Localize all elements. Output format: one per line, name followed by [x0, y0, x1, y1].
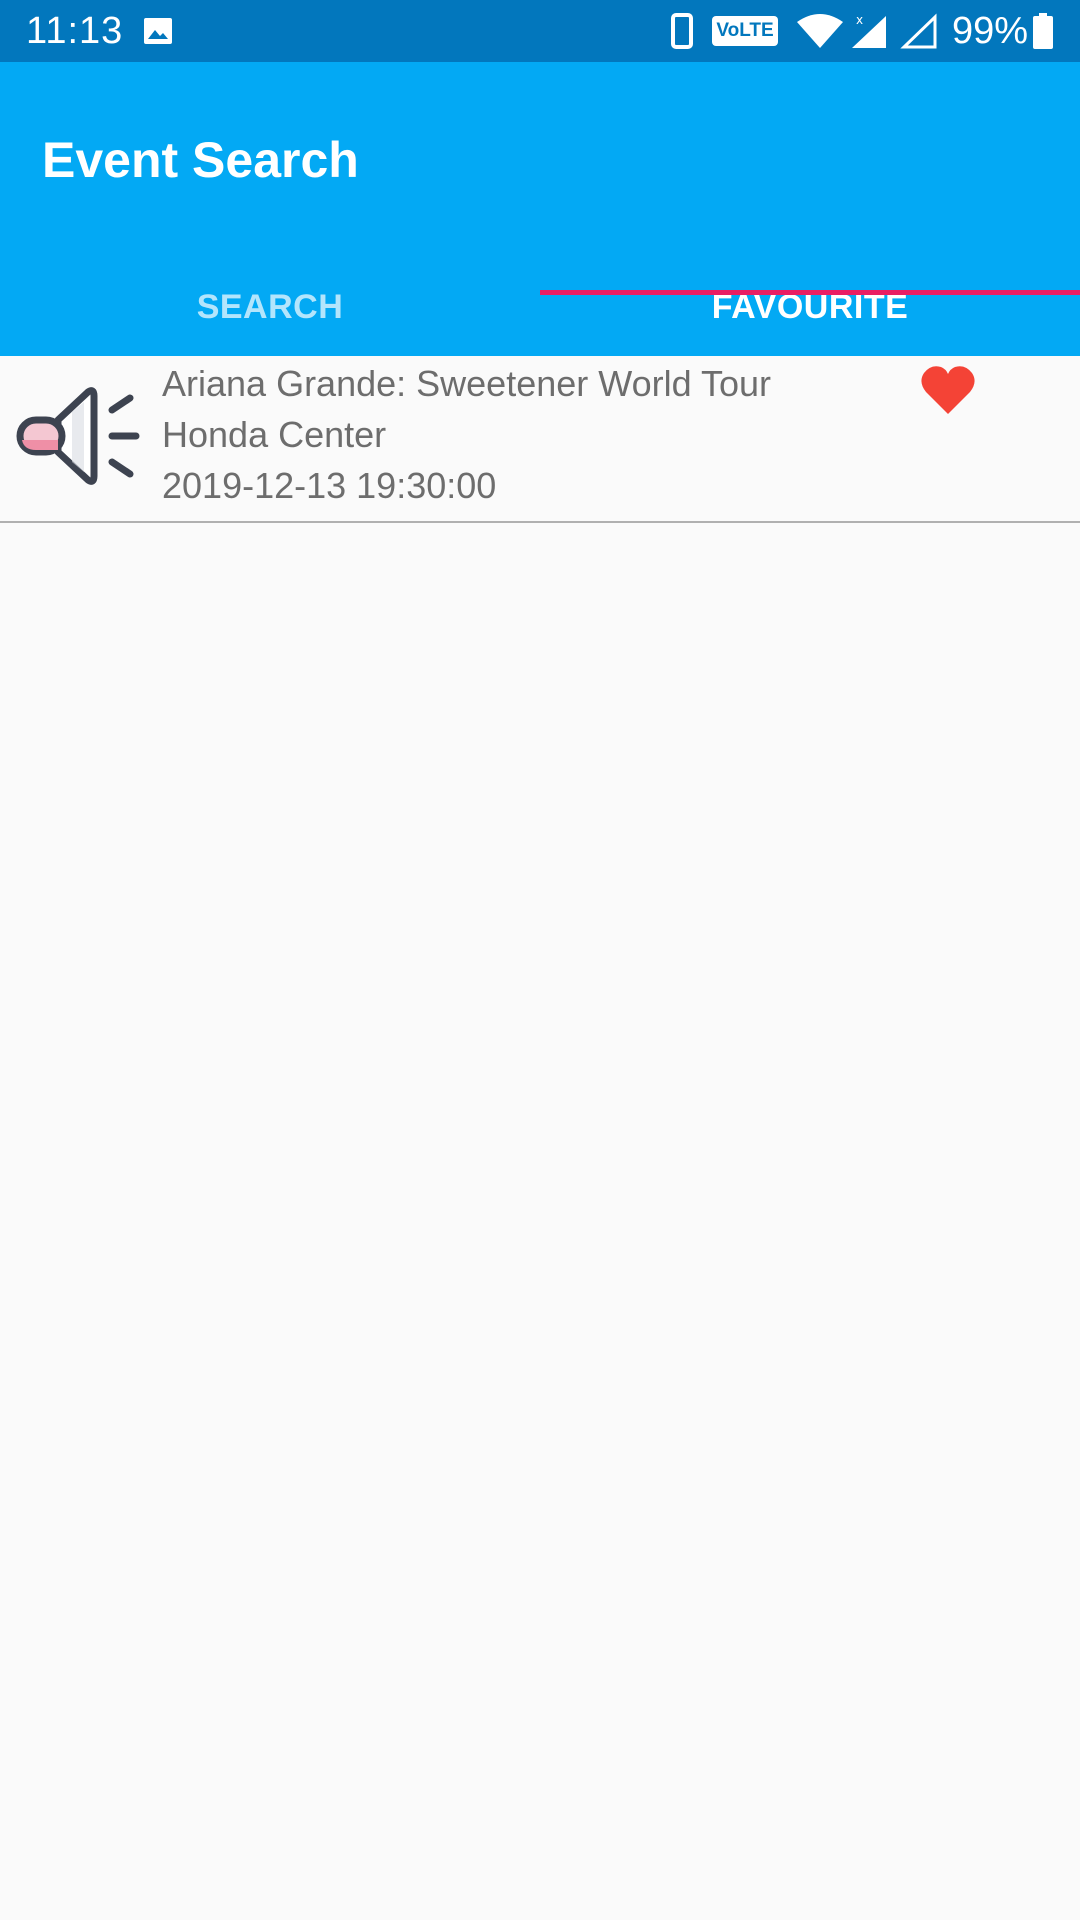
- wifi-icon: [797, 14, 843, 48]
- tab-favourite[interactable]: FAVOURITE: [540, 252, 1080, 356]
- svg-text:x: x: [856, 13, 863, 27]
- event-venue: Honda Center: [162, 414, 387, 455]
- page-title: Event Search: [42, 132, 359, 188]
- heart-icon[interactable]: [920, 364, 976, 416]
- status-time: 11:13: [26, 10, 124, 52]
- signal-full-icon: x: [852, 13, 886, 48]
- event-datetime: 2019-12-13 19:30:00: [162, 465, 497, 506]
- signal-empty-icon: [900, 13, 937, 49]
- app-bar: Event Search SEARCH FAVOURITE: [0, 62, 1080, 356]
- tab-search[interactable]: SEARCH: [0, 252, 540, 356]
- speaker-icon: [16, 387, 140, 485]
- list-item[interactable]: Ariana Grande: Sweetener World Tour Hond…: [0, 356, 1080, 521]
- battery-icon: [1033, 13, 1053, 49]
- event-name: Ariana Grande: Sweetener World Tour: [162, 363, 771, 404]
- battery-percent: 99%: [952, 10, 1029, 52]
- list-divider: [0, 521, 1080, 523]
- tab-indicator: [540, 290, 1080, 295]
- gallery-notification-icon: [144, 18, 172, 44]
- phone-icon: [671, 13, 693, 49]
- status-bar: 11:13 VoLTE x 99%: [0, 0, 1080, 62]
- volte-badge: VoLTE: [712, 16, 778, 46]
